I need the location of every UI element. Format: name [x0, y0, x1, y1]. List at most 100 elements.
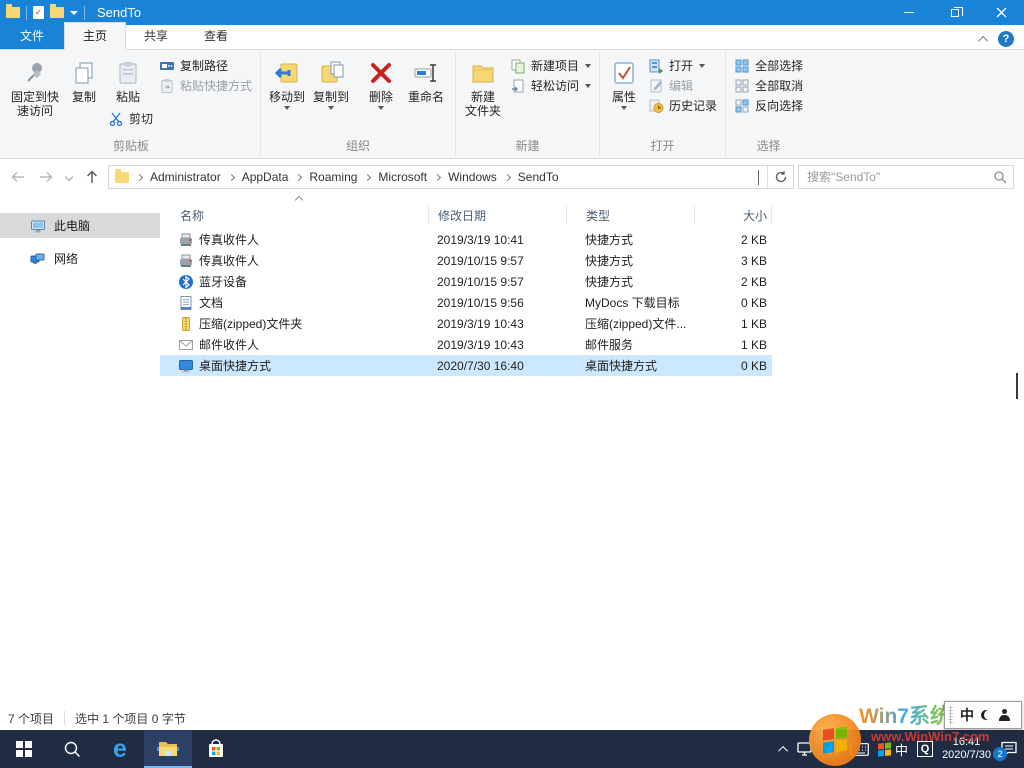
- clock-date: 2020/7/30: [942, 749, 991, 762]
- column-header-name[interactable]: 名称: [160, 206, 428, 224]
- search-box[interactable]: [798, 165, 1014, 189]
- easy-access-chevron-icon: [585, 84, 591, 88]
- taskbar-clock[interactable]: 16:41 2020/7/30: [942, 736, 991, 762]
- copy-path-label: 复制路径: [180, 57, 228, 74]
- move-to-label: 移动到: [269, 90, 305, 104]
- taskbar-store-button[interactable]: [192, 730, 240, 768]
- sidebar-item-this-pc[interactable]: 此电脑: [0, 213, 160, 238]
- navigation-pane: 此电脑 网络: [0, 195, 160, 706]
- file-name: 传真收件人: [199, 252, 259, 269]
- restore-button[interactable]: [932, 0, 978, 25]
- folder-icon[interactable]: [6, 7, 20, 18]
- table-row-selected[interactable]: 桌面快捷方式 2020/7/30 16:40 桌面快捷方式 0 KB: [160, 355, 772, 376]
- recent-locations-button[interactable]: [62, 165, 76, 189]
- search-input[interactable]: [807, 170, 993, 184]
- cut-icon: [108, 111, 124, 127]
- file-size: 3 KB: [694, 254, 772, 268]
- sidebar-item-network[interactable]: 网络: [0, 246, 160, 271]
- address-dropdown-button[interactable]: [750, 170, 767, 184]
- breadcrumb-item[interactable]: AppData: [238, 170, 293, 184]
- open-button[interactable]: 打开: [648, 57, 717, 74]
- action-center-button[interactable]: 2: [1000, 741, 1018, 757]
- touch-keyboard-icon[interactable]: [850, 743, 869, 756]
- properties-check-icon[interactable]: ✓: [33, 6, 44, 19]
- edit-button[interactable]: 编辑: [648, 77, 717, 94]
- edit-label: 编辑: [669, 77, 693, 94]
- mail-icon: [178, 337, 194, 353]
- breadcrumb-item[interactable]: SendTo: [514, 170, 563, 184]
- tab-file[interactable]: 文件: [0, 23, 64, 49]
- breadcrumb[interactable]: Administrator AppData Roaming Microsoft …: [108, 165, 794, 189]
- back-button[interactable]: [6, 165, 30, 189]
- breadcrumb-item[interactable]: Administrator: [146, 170, 225, 184]
- file-type: 快捷方式: [566, 273, 694, 290]
- ime-chinese-mode-label[interactable]: 中: [960, 705, 974, 725]
- new-folder-icon[interactable]: [50, 7, 64, 18]
- ime-toolbar[interactable]: 中: [944, 701, 1022, 729]
- collapse-ribbon-icon[interactable]: [978, 35, 988, 45]
- copy-path-button[interactable]: 复制路径: [159, 57, 252, 74]
- tab-home[interactable]: 主页: [64, 22, 126, 50]
- window-title: SendTo: [97, 5, 141, 20]
- easy-access-button[interactable]: 轻松访问: [510, 77, 591, 94]
- back-arrow-icon: [9, 168, 27, 186]
- new-folder-button[interactable]: 新建 文件夹: [460, 52, 506, 118]
- tab-view[interactable]: 查看: [186, 23, 246, 49]
- taskbar-edge-button[interactable]: e: [96, 730, 144, 768]
- tray-overflow-chevron-icon[interactable]: [778, 745, 788, 755]
- close-button[interactable]: [978, 0, 1024, 25]
- group-label-select: 选择: [730, 134, 807, 158]
- properties-button[interactable]: 属性: [604, 52, 644, 110]
- pin-icon: [22, 56, 48, 90]
- network-status-icon[interactable]: [797, 742, 814, 757]
- rename-label: 重命名: [408, 90, 444, 104]
- tab-share[interactable]: 共享: [126, 23, 186, 49]
- table-row[interactable]: 蓝牙设备 2019/10/15 9:57 快捷方式 2 KB: [160, 271, 772, 292]
- minimize-button[interactable]: [886, 0, 932, 25]
- easy-access-icon: [510, 78, 526, 94]
- ribbon-group-select: 全部选择 全部取消 反向选择 选择: [726, 50, 811, 158]
- group-label-open: 打开: [604, 134, 721, 158]
- move-to-button[interactable]: 移动到: [265, 52, 309, 110]
- invert-selection-button[interactable]: 反向选择: [734, 97, 803, 114]
- cut-button[interactable]: 剪切: [104, 104, 155, 127]
- help-icon[interactable]: ?: [998, 31, 1014, 47]
- up-button[interactable]: [80, 165, 104, 189]
- table-row[interactable]: 邮件收件人 2019/3/19 10:43 邮件服务 1 KB: [160, 334, 772, 355]
- delete-button[interactable]: 删除: [361, 52, 401, 110]
- breadcrumb-item[interactable]: Windows: [444, 170, 501, 184]
- new-item-button[interactable]: 新建项目: [510, 57, 591, 74]
- pin-label: 固定到快速访问: [10, 90, 60, 118]
- drag-handle[interactable]: [949, 706, 953, 724]
- column-header-type[interactable]: 类型: [566, 206, 694, 224]
- column-header-date[interactable]: 修改日期: [428, 206, 566, 224]
- document-icon: [178, 295, 194, 311]
- ime-user-icon[interactable]: [998, 709, 1010, 721]
- volume-muted-icon[interactable]: [823, 742, 841, 757]
- ime-fullwidth-moon-icon[interactable]: [981, 710, 991, 720]
- pin-to-quick-access-button[interactable]: 固定到快速访问: [6, 52, 64, 118]
- breadcrumb-item[interactable]: Roaming: [305, 170, 361, 184]
- table-row[interactable]: 文档 2019/10/15 9:56 MyDocs 下载目标 0 KB: [160, 292, 772, 313]
- breadcrumb-item[interactable]: Microsoft: [374, 170, 431, 184]
- column-header-size[interactable]: 大小: [694, 206, 772, 224]
- taskbar-explorer-button[interactable]: [144, 730, 192, 768]
- rename-button[interactable]: 重命名: [401, 52, 451, 104]
- table-row[interactable]: 传真收件人 2019/10/15 9:57 快捷方式 3 KB: [160, 250, 772, 271]
- customize-toolbar-chevron-icon[interactable]: [70, 11, 78, 15]
- paste-shortcut-button[interactable]: 粘贴快捷方式: [159, 77, 252, 94]
- forward-button[interactable]: [34, 165, 58, 189]
- start-button[interactable]: [0, 730, 48, 768]
- tray-app-q-icon[interactable]: Q: [917, 741, 933, 757]
- paste-button[interactable]: 粘贴: [104, 52, 152, 104]
- copy-button[interactable]: 复制: [64, 52, 104, 104]
- taskbar-search-button[interactable]: [48, 730, 96, 768]
- history-button[interactable]: 历史记录: [648, 97, 717, 114]
- ime-language-indicator[interactable]: 中: [878, 740, 908, 759]
- refresh-button[interactable]: [767, 166, 793, 188]
- copy-to-button[interactable]: 复制到: [309, 52, 353, 110]
- select-none-button[interactable]: 全部取消: [734, 77, 803, 94]
- select-all-button[interactable]: 全部选择: [734, 57, 803, 74]
- table-row[interactable]: 传真收件人 2019/3/19 10:41 快捷方式 2 KB: [160, 229, 772, 250]
- table-row[interactable]: 压缩(zipped)文件夹 2019/3/19 10:43 压缩(zipped)…: [160, 313, 772, 334]
